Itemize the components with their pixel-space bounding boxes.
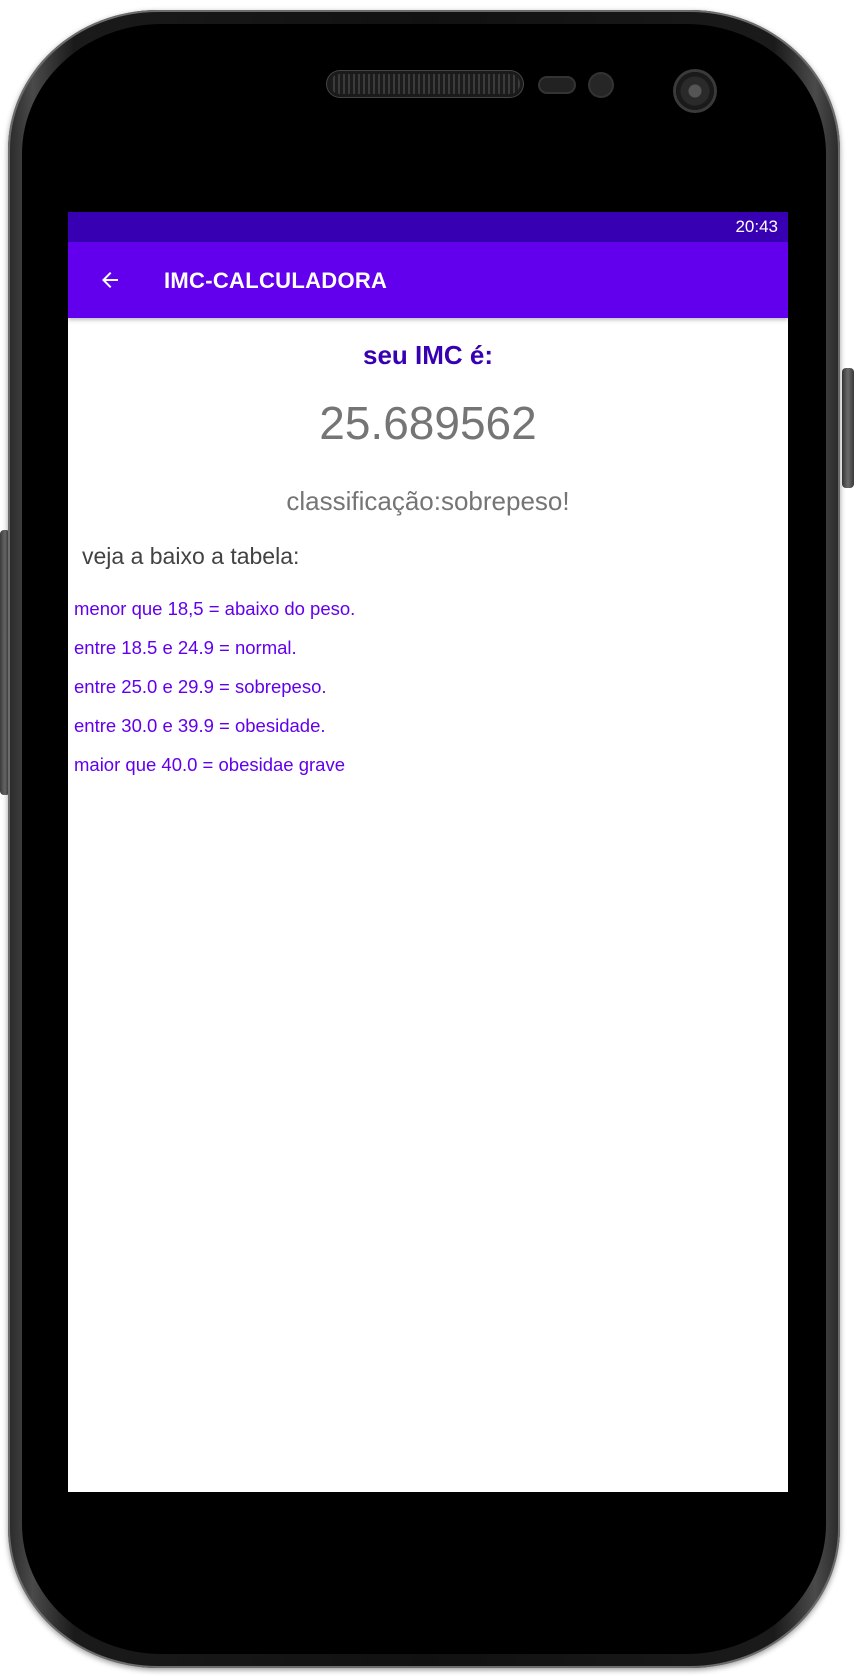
- arrow-back-icon: [102, 272, 118, 288]
- screen: 20:43 IMC-CALCULADORA seu IMC é: 25.6895…: [68, 212, 788, 1492]
- range-item-normal: entre 18.5 e 24.9 = normal.: [74, 637, 297, 658]
- range-item-overweight: entre 25.0 e 29.9 = sobrepeso.: [74, 676, 327, 697]
- imc-heading: seu IMC é:: [362, 340, 494, 370]
- status-bar: 20:43: [68, 212, 788, 242]
- status-time: 20:43: [735, 217, 778, 236]
- app-bar: IMC-CALCULADORA: [68, 242, 788, 318]
- table-intro: veja a baixo a tabela:: [82, 543, 300, 569]
- front-camera: [676, 72, 714, 110]
- imc-range-list: menor que 18,5 = abaixo do peso. entre 1…: [74, 598, 355, 793]
- range-item-obesity: entre 30.0 e 39.9 = obesidade.: [74, 715, 326, 736]
- classification-text: classificação:sobrepeso!: [286, 486, 570, 516]
- light-sensor: [590, 74, 612, 96]
- back-button[interactable]: [88, 258, 132, 302]
- range-item-underweight: menor que 18,5 = abaixo do peso.: [74, 598, 356, 619]
- range-item-severe-obesity: maior que 40.0 = obesidae grave: [74, 754, 346, 775]
- imc-value: 25.689562: [319, 397, 537, 449]
- proximity-sensor: [540, 78, 574, 92]
- app-title: IMC-CALCULADORA: [164, 268, 388, 293]
- power-button: [842, 368, 854, 488]
- device-frame-stage: 20:43 IMC-CALCULADORA seu IMC é: 25.6895…: [0, 0, 856, 1676]
- earpiece-speaker: [330, 74, 520, 94]
